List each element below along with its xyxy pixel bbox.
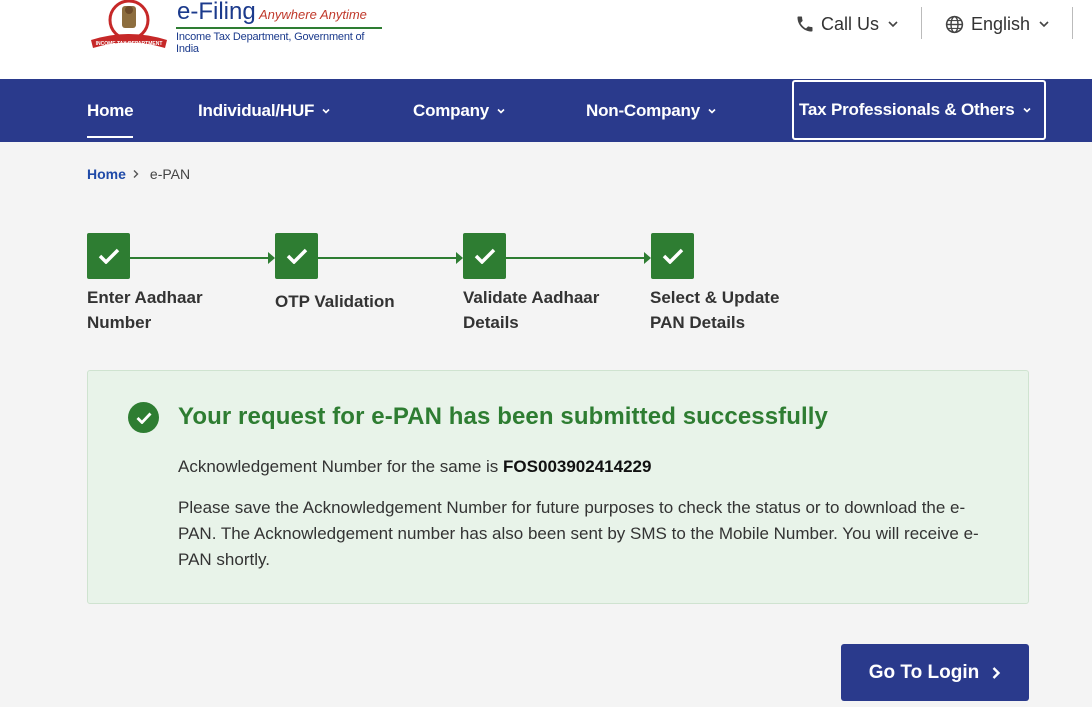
chevron-down-icon [322, 108, 330, 114]
go-to-login-button[interactable]: Go To Login [841, 644, 1029, 701]
language-selector[interactable]: English [944, 10, 1056, 38]
globe-icon [945, 15, 964, 33]
check-icon [662, 248, 683, 264]
brand-tagline: Anywhere Anytime [259, 7, 367, 22]
phone-icon [797, 16, 813, 32]
brand-name: e-Filing [177, 0, 256, 25]
success-title: Your request for e-PAN has been submitte… [178, 403, 829, 430]
emblem-icon: INCOME TAX DEPARTMENT [91, 0, 167, 48]
step-complete-badge [275, 233, 318, 279]
check-icon [136, 412, 152, 424]
chevron-down-icon [888, 21, 898, 28]
step-complete-badge [87, 233, 130, 279]
nav-company[interactable]: Company [413, 79, 506, 142]
brand-divider [176, 27, 382, 29]
chevron-right-icon [991, 666, 1001, 680]
chevron-down-icon [1039, 21, 1049, 28]
step-label-line: Select & Update [650, 288, 780, 307]
step-label-line: Details [463, 313, 519, 332]
success-check-icon [128, 402, 159, 433]
step-label-line: OTP Validation [275, 292, 395, 311]
step-connector-arrow [456, 252, 463, 264]
emblem-text: INCOME TAX DEPARTMENT [96, 41, 163, 47]
call-us-menu[interactable]: Call Us [795, 10, 905, 38]
breadcrumb: Home e-PAN [87, 166, 190, 182]
chevron-down-icon [708, 108, 716, 114]
top-header: INCOME TAX DEPARTMENT e-Filing Anywhere … [0, 0, 1092, 79]
step-label-select-update-pan: Select & Update PAN Details [650, 285, 810, 335]
check-icon [286, 248, 307, 264]
step-connector-arrow [644, 252, 651, 264]
step-label-enter-aadhaar: Enter Aadhaar Number [87, 285, 247, 335]
chevron-down-icon [1022, 107, 1031, 113]
step-label-line: Validate Aadhaar [463, 288, 600, 307]
nav-individual-huf[interactable]: Individual/HUF [198, 79, 331, 142]
nav-company-label: Company [413, 100, 490, 120]
language-label: English [971, 13, 1031, 34]
step-label-line: Number [87, 313, 152, 332]
step-label-validate-aadhaar: Validate Aadhaar Details [463, 285, 623, 335]
step-complete-badge [463, 233, 506, 279]
step-complete-badge [651, 233, 694, 279]
step-label-otp-validation: OTP Validation [275, 289, 435, 314]
acknowledgement-number: FOS003902414229 [503, 457, 652, 476]
header-divider [921, 7, 922, 39]
nav-individual-label: Individual/HUF [198, 100, 315, 120]
step-connector [318, 257, 456, 259]
nav-tax-professionals-label: Tax Professionals & Others [799, 100, 1015, 119]
call-us-label: Call Us [821, 13, 880, 34]
check-icon [98, 248, 119, 264]
breadcrumb-home-link[interactable]: Home [87, 166, 126, 182]
step-label-line: PAN Details [650, 313, 746, 332]
main-nav: Home Individual/HUF Company Non-Company … [0, 79, 1092, 142]
header-divider [1072, 7, 1073, 39]
step-label-line: Enter Aadhaar [87, 288, 203, 307]
success-panel: Your request for e-PAN has been submitte… [87, 370, 1029, 604]
go-to-login-label: Go To Login [868, 661, 980, 683]
step-connector [506, 257, 644, 259]
chevron-down-icon [497, 108, 505, 114]
nav-non-company-label: Non-Company [586, 100, 700, 120]
nav-home-label: Home [87, 100, 134, 120]
step-connector [130, 257, 268, 259]
step-connector-arrow [268, 252, 275, 264]
acknowledgement-line: Acknowledgement Number for the same is F… [178, 457, 651, 477]
nav-home[interactable]: Home [87, 79, 134, 142]
nav-tax-professionals[interactable]: Tax Professionals & Others [792, 80, 1046, 140]
success-message: Please save the Acknowledgement Number f… [178, 498, 979, 569]
acknowledgement-prefix: Acknowledgement Number for the same is [178, 457, 499, 476]
chevron-right-icon [133, 170, 139, 178]
nav-non-company[interactable]: Non-Company [586, 79, 717, 142]
check-icon [474, 248, 495, 264]
breadcrumb-current: e-PAN [149, 166, 191, 182]
efiling-logo[interactable]: INCOME TAX DEPARTMENT e-Filing Anywhere … [87, 0, 387, 55]
department-name: Income Tax Department, Government of Ind… [176, 31, 365, 55]
